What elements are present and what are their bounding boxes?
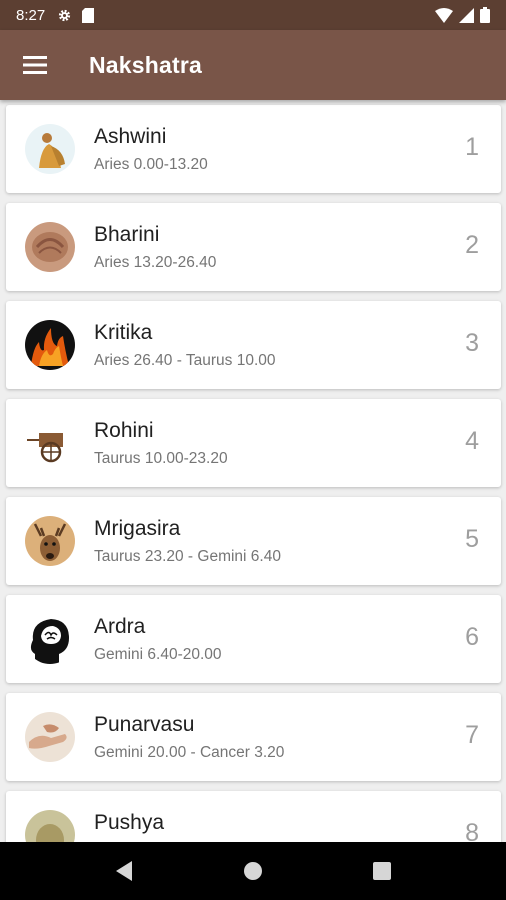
list-item[interactable]: Ardra Gemini 6.40-20.00 6 <box>6 595 501 683</box>
kritika-avatar <box>25 320 75 370</box>
nakshatra-number: 7 <box>465 721 479 749</box>
page-title: Nakshatra <box>89 51 203 78</box>
sd-card-icon <box>82 7 95 23</box>
nakshatra-name: Pushya <box>94 811 165 834</box>
status-bar: 8:27 <box>0 0 506 30</box>
home-button[interactable] <box>233 851 273 891</box>
recents-button[interactable] <box>362 851 402 891</box>
bharini-avatar <box>25 222 75 272</box>
nakshatra-range: Gemini 20.00 - Cancer 3.20 <box>94 744 285 761</box>
nakshatra-name: Ardra <box>94 615 146 638</box>
nakshatra-number: 8 <box>465 819 479 842</box>
list-item[interactable]: Mrigasira Taurus 23.20 - Gemini 6.40 5 <box>6 497 501 585</box>
nakshatra-number: 5 <box>465 525 479 553</box>
navigation-bar <box>0 842 506 900</box>
menu-button[interactable] <box>0 30 70 100</box>
home-icon <box>243 862 262 880</box>
list-item[interactable]: Bharini Aries 13.20-26.40 2 <box>6 203 501 291</box>
list-item[interactable]: Punarvasu Gemini 20.00 - Cancer 3.20 7 <box>6 693 501 781</box>
nakshatra-name: Ashwini <box>94 125 167 148</box>
punarvasu-avatar <box>25 712 75 762</box>
app-bar: Nakshatra <box>0 30 506 100</box>
signal-icon <box>459 7 474 23</box>
pushya-avatar <box>25 810 75 842</box>
nakshatra-number: 3 <box>465 329 479 357</box>
nakshatra-name: Mrigasira <box>94 517 181 540</box>
list-item[interactable]: Pushya 8 <box>6 791 501 842</box>
back-button[interactable] <box>104 851 144 891</box>
nakshatra-name: Bharini <box>94 223 160 246</box>
nakshatra-range: Aries 0.00-13.20 <box>94 156 208 173</box>
nakshatra-range: Taurus 10.00-23.20 <box>94 450 228 467</box>
mrigasira-avatar <box>25 516 75 566</box>
list-item[interactable]: Ashwini Aries 0.00-13.20 1 <box>6 105 501 193</box>
wifi-icon <box>435 7 453 23</box>
nakshatra-number: 6 <box>465 623 479 651</box>
list-item[interactable]: Rohini Taurus 10.00-23.20 4 <box>6 399 501 487</box>
ashwini-avatar <box>25 124 75 174</box>
nakshatra-range: Aries 26.40 - Taurus 10.00 <box>94 352 276 369</box>
nakshatra-number: 4 <box>465 427 479 455</box>
nakshatra-name: Rohini <box>94 419 154 442</box>
rohini-avatar <box>25 418 75 468</box>
nakshatra-number: 1 <box>465 133 479 161</box>
nakshatra-number: 2 <box>465 231 479 259</box>
ardra-avatar <box>25 614 75 664</box>
recents-icon <box>372 862 391 880</box>
nakshatra-range: Aries 13.20-26.40 <box>94 254 217 271</box>
back-icon <box>116 861 133 881</box>
nakshatra-list: Ashwini Aries 0.00-13.20 1 Bharini Aries… <box>0 100 506 842</box>
gear-icon <box>59 9 71 21</box>
nakshatra-name: Punarvasu <box>94 713 195 736</box>
nakshatra-range: Gemini 6.40-20.00 <box>94 646 222 663</box>
battery-icon <box>480 7 490 23</box>
list-item[interactable]: Kritika Aries 26.40 - Taurus 10.00 3 <box>6 301 501 389</box>
nakshatra-range: Taurus 23.20 - Gemini 6.40 <box>94 548 281 565</box>
menu-icon <box>23 56 47 74</box>
status-time: 8:27 <box>16 6 46 24</box>
nakshatra-name: Kritika <box>94 321 153 344</box>
